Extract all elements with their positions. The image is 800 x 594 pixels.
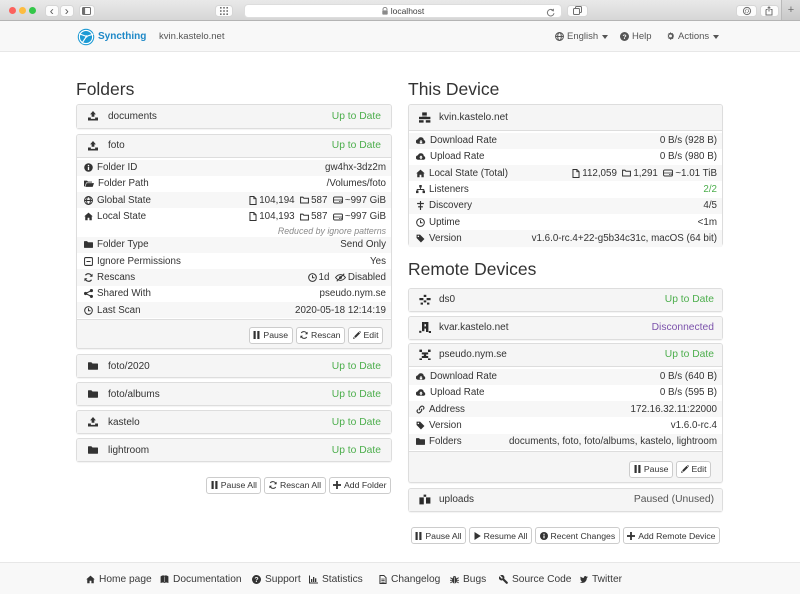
svg-text:?: ? bbox=[622, 34, 626, 41]
svg-text:?: ? bbox=[254, 577, 258, 584]
